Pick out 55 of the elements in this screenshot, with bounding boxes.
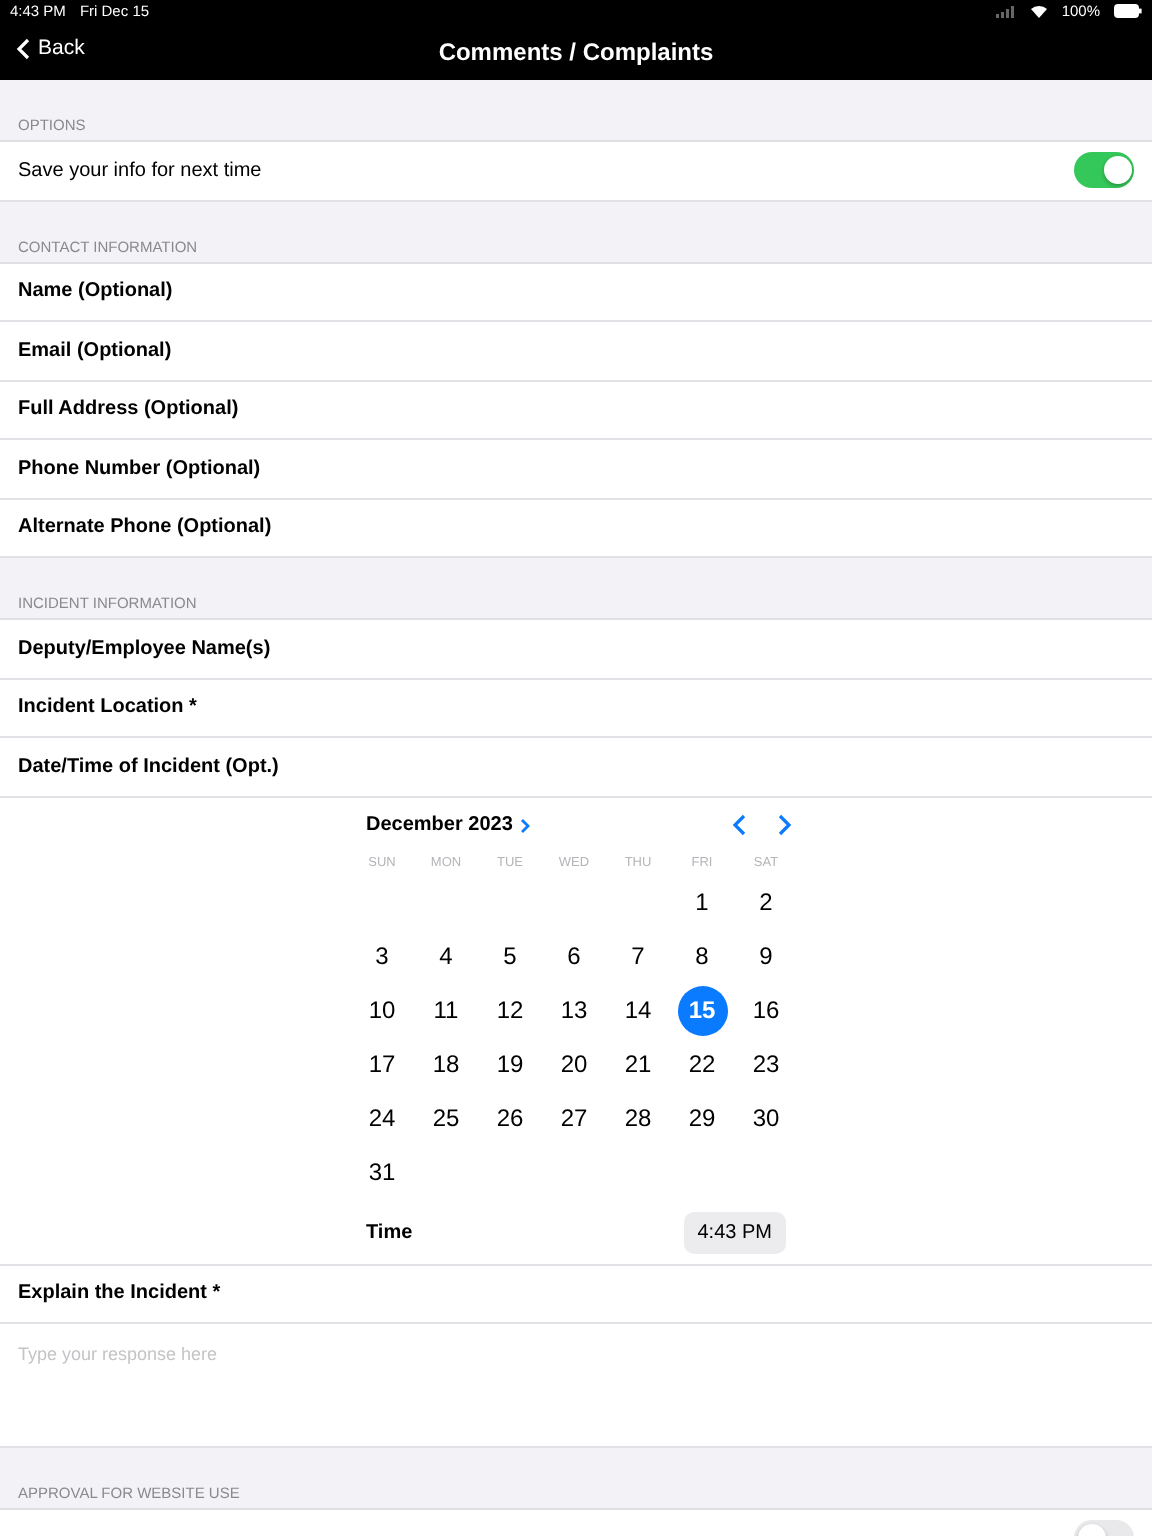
calendar-day[interactable]: 2: [741, 877, 791, 927]
chevron-right-icon: [520, 817, 531, 833]
calendar-day[interactable]: 20: [549, 1039, 599, 1089]
form-field[interactable]: Alternate Phone (Optional): [0, 499, 1152, 558]
battery-icon: [1114, 4, 1142, 18]
next-month-icon[interactable]: [778, 814, 792, 836]
calendar-day[interactable]: 13: [549, 985, 599, 1035]
calendar-day[interactable]: 11: [421, 985, 471, 1035]
calendar-day[interactable]: 24: [357, 1093, 407, 1143]
form-field[interactable]: Phone Number (Optional): [0, 440, 1152, 499]
time-label: Time: [366, 1221, 413, 1243]
calendar-day[interactable]: 17: [357, 1039, 407, 1089]
form-field[interactable]: Date/Time of Incident (Opt.): [0, 738, 1152, 797]
calendar-day[interactable]: 23: [741, 1039, 791, 1089]
calendar-day[interactable]: 9: [741, 931, 791, 981]
calendar-day[interactable]: 25: [421, 1093, 471, 1143]
nav-title: Comments / Complaints: [438, 37, 714, 65]
form-field[interactable]: Incident Location *: [0, 679, 1152, 738]
calendar-day[interactable]: 30: [741, 1093, 791, 1143]
calendar-day[interactable]: 10: [357, 985, 407, 1035]
time-picker-button[interactable]: 4:43 PM: [683, 1211, 786, 1253]
toggle-label: Save your info for next time: [18, 159, 264, 182]
wifi-icon: [1029, 4, 1048, 18]
calendar-day[interactable]: 26: [485, 1093, 535, 1143]
form-field[interactable]: Email (Optional): [0, 322, 1152, 381]
toggle-switch[interactable]: [1074, 152, 1134, 189]
response-input[interactable]: Type your response here: [18, 1344, 1134, 1364]
calendar-day[interactable]: 3: [357, 931, 407, 981]
calendar-day[interactable]: 28: [613, 1093, 663, 1143]
calendar-day[interactable]: 29: [677, 1093, 727, 1143]
calendar-day[interactable]: 19: [485, 1039, 535, 1089]
form-field[interactable]: Full Address (Optional): [0, 381, 1152, 440]
calendar-day[interactable]: 27: [549, 1093, 599, 1143]
calendar-day[interactable]: 12: [485, 985, 535, 1035]
chevron-left-icon: [16, 37, 30, 59]
calendar-day[interactable]: 4: [421, 931, 471, 981]
calendar-day[interactable]: 14: [613, 985, 663, 1035]
form-field[interactable]: Deputy/Employee Name(s): [0, 620, 1152, 679]
month-year-button[interactable]: December 2023: [366, 814, 531, 836]
calendar-day[interactable]: 6: [549, 931, 599, 981]
previous-month-icon[interactable]: [732, 814, 746, 836]
calendar-day[interactable]: 15: [677, 985, 727, 1035]
form-field[interactable]: Explain the Incident *: [0, 1265, 1152, 1324]
calendar-day[interactable]: 31: [357, 1147, 407, 1197]
calendar-day[interactable]: 21: [613, 1039, 663, 1089]
calendar-day[interactable]: 8: [677, 931, 727, 981]
form-field[interactable]: Name (Optional): [0, 263, 1152, 322]
back-button[interactable]: Back: [12, 32, 89, 64]
calendar-day[interactable]: 18: [421, 1039, 471, 1089]
calendar-day[interactable]: 5: [485, 931, 535, 981]
calendar-day[interactable]: 16: [741, 985, 791, 1035]
signal-icon: [995, 5, 1016, 17]
calendar-day[interactable]: 1: [677, 877, 727, 927]
calendar-day[interactable]: 22: [677, 1039, 727, 1089]
calendar-day[interactable]: 7: [613, 931, 663, 981]
